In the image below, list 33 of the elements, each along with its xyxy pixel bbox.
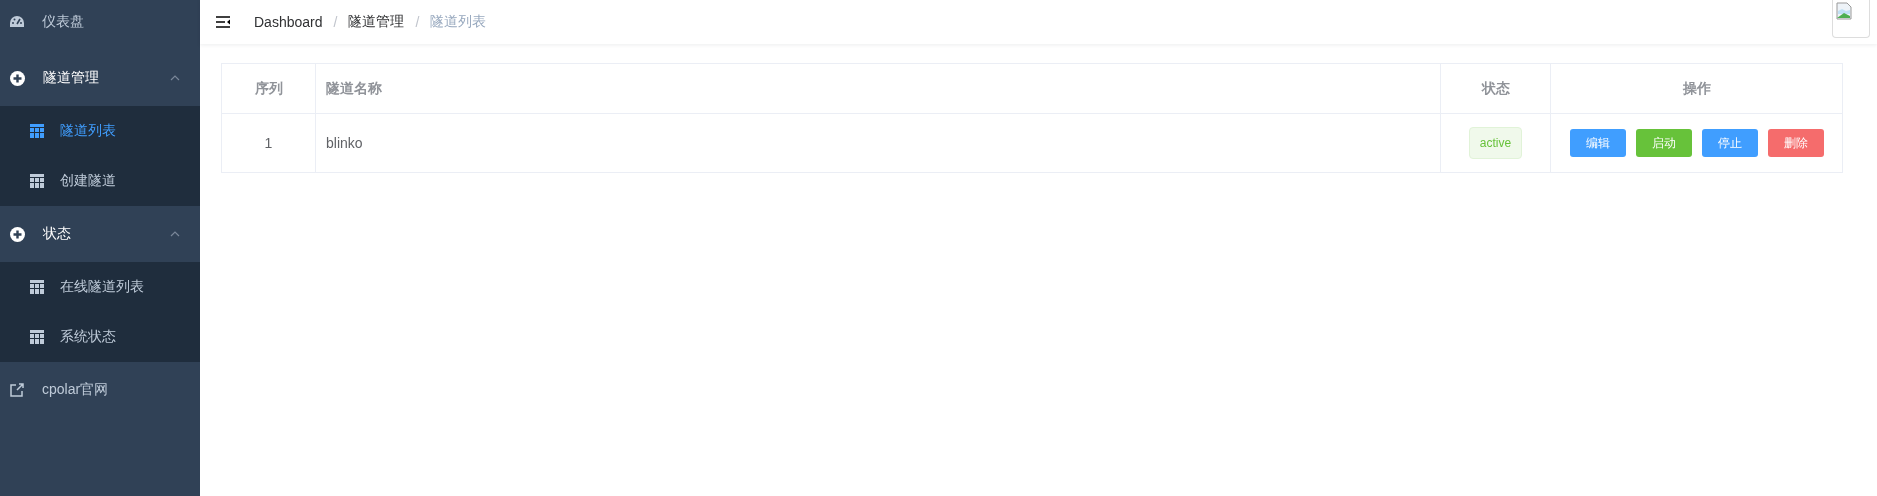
- breadcrumb-item: 隧道列表: [430, 13, 487, 31]
- plus-circle-icon: [10, 70, 25, 86]
- menu-item[interactable]: 系统状态: [60, 328, 116, 346]
- table-icon: [30, 280, 44, 294]
- column-header: 操作: [1550, 63, 1843, 114]
- menu-group[interactable]: 隧道管理: [0, 50, 200, 106]
- column-header: 状态: [1440, 63, 1551, 114]
- column-header: 序列: [221, 63, 316, 114]
- menu-item[interactable]: 仪表盘: [42, 13, 180, 31]
- table-icon: [30, 330, 44, 344]
- caret-icon: [170, 75, 180, 81]
- menu-item[interactable]: 在线隧道列表: [60, 278, 144, 296]
- broken-image-icon: [1836, 2, 1852, 20]
- breadcrumb-separator: /: [333, 14, 338, 30]
- breadcrumb-item[interactable]: Dashboard: [254, 14, 323, 30]
- menu-group[interactable]: 状态: [0, 206, 200, 262]
- table-cell: 1: [221, 113, 316, 173]
- menu-item[interactable]: cpolar官网: [42, 381, 180, 399]
- column-header: 隧道名称: [315, 63, 1441, 114]
- gauge-icon: [10, 16, 24, 28]
- caret-icon: [170, 231, 180, 237]
- table-icon: [30, 174, 44, 188]
- breadcrumb-separator: /: [415, 14, 420, 30]
- breadcrumb-item[interactable]: 隧道管理: [348, 13, 405, 31]
- plus-circle-icon: [10, 226, 25, 242]
- menu-fold-icon[interactable]: [216, 16, 230, 28]
- menu-item[interactable]: 隧道列表: [60, 122, 116, 140]
- status-tag: active: [1468, 127, 1523, 159]
- menu-item[interactable]: 创建隧道: [60, 172, 116, 190]
- external-link-icon: [10, 383, 24, 397]
- avatar-image[interactable]: [1832, 0, 1870, 38]
- table-cell: blinko: [315, 113, 1441, 173]
- table-icon: [30, 124, 44, 138]
